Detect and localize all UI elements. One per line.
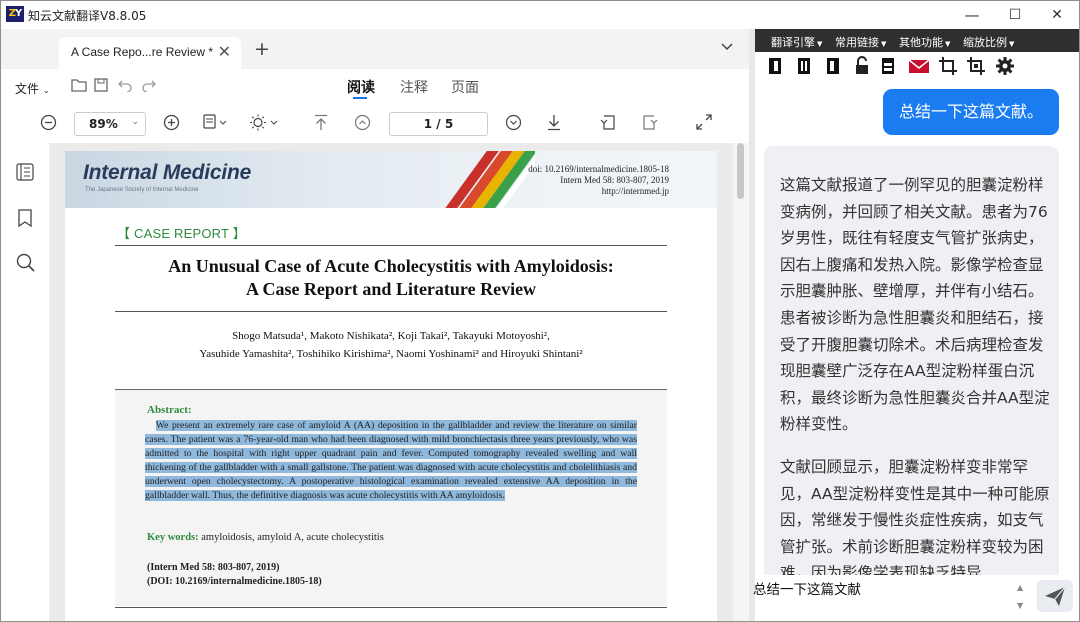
- zoom-select[interactable]: 89% ⌄: [74, 112, 146, 136]
- divider: [115, 607, 667, 608]
- case-report-label: 【 CASE REPORT 】: [117, 226, 246, 241]
- chat-history[interactable]: 总结一下这篇文献。 这篇文献报道了一例罕见的胆囊淀粉样变病例，并回顾了相关文献。…: [755, 80, 1079, 575]
- bookmark-icon[interactable]: [18, 209, 32, 232]
- open-folder-icon[interactable]: [71, 78, 87, 96]
- input-scroll-arrows-icon[interactable]: ▲ ▼: [1017, 579, 1023, 615]
- tab-list-dropdown-icon[interactable]: [721, 40, 733, 54]
- pdf-viewer-pane: A Case Repo...re Review * ✕ + 文件 ⌄ 阅读 注释…: [1, 29, 749, 621]
- main-toolbar: 文件 ⌄ 阅读 注释 页面: [1, 69, 749, 105]
- undo-icon[interactable]: [118, 78, 132, 96]
- next-page-icon[interactable]: [505, 114, 522, 135]
- new-tab-button[interactable]: +: [254, 38, 270, 60]
- tab-read[interactable]: 阅读: [347, 77, 375, 97]
- tab-close-icon[interactable]: ✕: [218, 42, 231, 62]
- tab-bar: A Case Repo...re Review * ✕ +: [1, 29, 749, 69]
- abstract-box: Abstract: We present an extremely rare c…: [115, 389, 667, 606]
- side-panel: [1, 143, 49, 621]
- crop-region-icon[interactable]: [966, 56, 986, 76]
- abstract-heading: Abstract:: [147, 404, 192, 416]
- document-tab[interactable]: A Case Repo...re Review * ✕: [59, 37, 241, 69]
- keywords: Key words: amyloidosis, amyloid A, acute…: [147, 532, 384, 543]
- outline-icon[interactable]: [16, 163, 34, 186]
- view-toolbar: 89% ⌄ 1 / 5: [1, 105, 749, 143]
- assistant-message-paragraph: 文献回顾显示，胆囊淀粉样变非常罕见，AA型淀粉样变性是其中一种可能原因，常继发于…: [780, 457, 1050, 575]
- mail-icon[interactable]: [908, 56, 930, 76]
- crop-icon[interactable]: [938, 56, 958, 76]
- page-layout-icon[interactable]: [203, 114, 227, 135]
- active-mode-indicator: [353, 97, 367, 99]
- user-message-bubble: 总结一下这篇文献。: [883, 89, 1059, 135]
- chat-input-field[interactable]: 总结一下这篇文献: [753, 575, 1031, 617]
- window-layout-icon[interactable]: [879, 56, 897, 76]
- citation: (Intern Med 58: 803-807, 2019) (DOI: 10.…: [147, 562, 322, 587]
- redo-icon[interactable]: [142, 78, 156, 96]
- abstract-text[interactable]: We present an extremely rare case of amy…: [145, 419, 638, 503]
- send-button[interactable]: [1037, 580, 1073, 612]
- zoom-in-icon[interactable]: [163, 114, 180, 135]
- close-button[interactable]: ✕: [1044, 5, 1070, 25]
- title-bar: ZY 知云文献翻译V8.8.05 — ☐ ✕: [1, 1, 1079, 29]
- app-window: ZY 知云文献翻译V8.8.05 — ☐ ✕ A Case Repo...re …: [0, 0, 1080, 622]
- minimize-button[interactable]: —: [959, 5, 985, 25]
- chat-input-area: 总结一下这篇文献 ▲ ▼: [753, 575, 1079, 621]
- unlock-icon[interactable]: [853, 56, 871, 76]
- gear-icon[interactable]: [995, 56, 1015, 76]
- app-logo-icon: ZY: [6, 6, 24, 22]
- author-list: Shogo Matsuda¹, Makoto Nishikata², Koji …: [199, 330, 583, 360]
- assistant-message-paragraph: 这篇文献报道了一例罕见的胆囊淀粉样变病例，并回顾了相关文献。患者为76岁男性，既…: [780, 176, 1050, 434]
- right-icon-toolbar: [755, 52, 1079, 80]
- send-icon: [1045, 586, 1066, 606]
- document-canvas[interactable]: Internal Medicine The Japanese Society o…: [49, 143, 733, 621]
- document-tab-label: A Case Repo...re Review *: [71, 45, 214, 59]
- journal-subtitle: The Japanese Society of Internal Medicin…: [85, 187, 199, 193]
- scrollbar-thumb[interactable]: [737, 143, 744, 199]
- search-icon[interactable]: [16, 253, 35, 277]
- save-icon[interactable]: [94, 78, 108, 96]
- left-column-icon[interactable]: [766, 56, 784, 76]
- tab-annotate[interactable]: 注释: [400, 77, 428, 97]
- page-number-input[interactable]: 1 / 5: [389, 112, 488, 136]
- doi-block: doi: 10.2169/internalmedicine.1805-18 In…: [528, 164, 669, 196]
- zoom-out-icon[interactable]: [40, 114, 57, 135]
- rotate-right-icon[interactable]: [641, 114, 658, 135]
- first-page-icon[interactable]: [313, 114, 329, 135]
- selected-text-highlight: We present an extremely rare case of amy…: [145, 420, 638, 501]
- maximize-button[interactable]: ☐: [1002, 5, 1028, 25]
- fullscreen-icon[interactable]: [696, 114, 712, 134]
- zoom-value: 89%: [89, 117, 118, 131]
- translation-pane: 翻译引擎 ▼ 常用链接 ▼ 其他功能 ▼ 缩放比例 ▼ 总结一下这篇文献。 这篇…: [753, 29, 1079, 621]
- journal-header-band: Internal Medicine The Japanese Society o…: [65, 151, 717, 208]
- menu-common-links[interactable]: 常用链接 ▼: [835, 34, 886, 50]
- divider: [115, 311, 667, 312]
- brightness-icon[interactable]: [250, 114, 278, 135]
- rotate-left-icon[interactable]: [600, 114, 617, 135]
- right-menu-bar: 翻译引擎 ▼ 常用链接 ▼ 其他功能 ▼ 缩放比例 ▼: [755, 29, 1079, 52]
- pdf-page: Internal Medicine The Japanese Society o…: [65, 151, 717, 621]
- last-page-icon[interactable]: [546, 114, 562, 135]
- assistant-message-bubble: 这篇文献报道了一例罕见的胆囊淀粉样变病例，并回顾了相关文献。患者为76岁男性，既…: [764, 146, 1059, 575]
- file-menu[interactable]: 文件 ⌄: [15, 80, 50, 97]
- right-column-icon[interactable]: [824, 56, 842, 76]
- document-scrollbar[interactable]: [733, 143, 749, 621]
- divider: [115, 245, 667, 246]
- journal-stripes-decoration: [405, 151, 535, 208]
- center-column-icon[interactable]: [795, 56, 813, 76]
- menu-other-functions[interactable]: 其他功能 ▼: [899, 34, 950, 50]
- paper-title: An Unusual Case of Acute Cholecystitis w…: [168, 256, 614, 299]
- journal-title: Internal Medicine: [83, 161, 252, 184]
- chevron-down-icon: ⌄: [131, 117, 139, 127]
- menu-zoom-ratio[interactable]: 缩放比例 ▼: [963, 34, 1014, 50]
- tab-page[interactable]: 页面: [451, 77, 479, 97]
- menu-translation-engine[interactable]: 翻译引擎 ▼: [771, 34, 822, 50]
- previous-page-icon[interactable]: [354, 114, 371, 135]
- window-title: 知云文献翻译V8.8.05: [28, 9, 147, 23]
